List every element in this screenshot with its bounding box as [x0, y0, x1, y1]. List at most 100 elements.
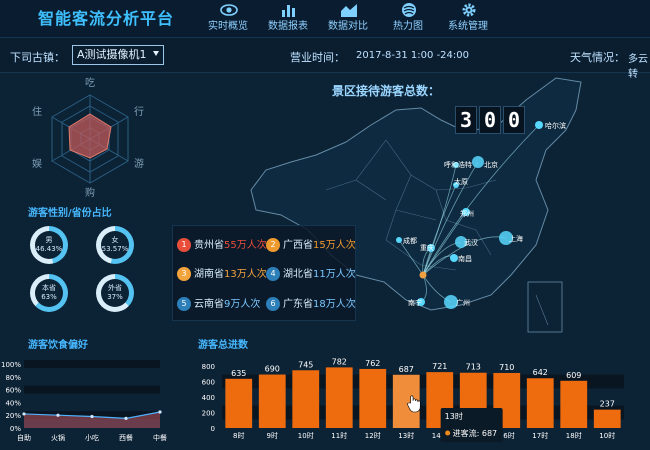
main-nav: 实时概览 数据报表 数据对比 热力图 系统管理 [198, 0, 498, 37]
city-label: 成都 [403, 236, 417, 245]
radar-label: 游 [134, 157, 144, 170]
diet-chart: 0% 20% 40% 60% 80% 100% 自助 火锅 小吃 西餐 中餐 [1, 360, 167, 442]
y-tick-label: 60% [5, 387, 21, 395]
camera-select[interactable]: A测试摄像机1 [72, 45, 164, 65]
radar-label: 住 [32, 105, 42, 118]
x-tick-label: 自助 [17, 433, 31, 442]
city-label: 上海 [509, 234, 523, 243]
bar-value-label: 642 [533, 368, 548, 377]
bar [359, 368, 387, 428]
nav-item-heatmap[interactable]: 热力图 [378, 0, 438, 37]
bar-tooltip: 13时进客流: 687 [440, 408, 503, 442]
city-dot[interactable] [535, 121, 543, 129]
rank-value: 11万人次 [313, 269, 356, 280]
radar-label: 娱 [32, 157, 42, 170]
app-title: 智能客流分析平台 [38, 9, 175, 28]
diet-point [90, 414, 94, 419]
city-dot[interactable] [472, 156, 484, 168]
city-label: 广州 [456, 298, 470, 307]
nav-item-realtime[interactable]: 实时概览 [198, 0, 258, 37]
bar-value-label: 782 [332, 357, 347, 366]
nav-item-reports[interactable]: 数据报表 [258, 0, 318, 37]
x-tick-label: 17时 [532, 431, 548, 440]
rank-province: 云南省 [194, 299, 224, 310]
nav-label: 数据对比 [328, 21, 368, 32]
rank-province: 湖北省 [283, 269, 313, 280]
location-label: 下司古镇： [10, 51, 65, 64]
ring-label: 外省 [108, 284, 122, 292]
traffic-chart: 0 200 400 600 800 635 8时 690 9时 745 10时 782 11时 762 12… [202, 357, 624, 442]
city-label: 重庆 [420, 243, 434, 252]
diet-point [22, 412, 26, 416]
rank-value: 13万人次 [224, 269, 267, 280]
total-digit: 0 [479, 106, 501, 134]
y-tick-label: 0 [211, 425, 215, 433]
south-sea-inset [527, 281, 563, 333]
bar [292, 370, 320, 428]
bar-value-label: 237 [600, 400, 615, 409]
bar [526, 378, 554, 428]
rank-value: 18万人次 [313, 299, 356, 310]
x-tick-label: 11时 [331, 431, 347, 440]
ring-value: 53.57% [101, 245, 129, 253]
rank-province: 湖南省 [194, 269, 224, 280]
bar-value-label: 687 [399, 365, 414, 374]
x-tick-label: 中餐 [153, 433, 167, 442]
city-dot[interactable] [396, 237, 402, 243]
city-label: 北京 [484, 160, 498, 169]
radar-label: 吃 [85, 76, 95, 89]
bar [225, 378, 253, 428]
city-label: 呼和浩特 [444, 160, 472, 169]
x-tick-label: 小吃 [85, 433, 99, 442]
diet-point [158, 410, 162, 414]
y-tick-label: 800 [202, 363, 215, 371]
city-label: 武汉 [464, 238, 478, 247]
diet-point [56, 413, 60, 417]
rank-badge: 4 [266, 267, 280, 281]
area-chart-icon [341, 4, 357, 17]
rank-value: 15万人次 [313, 240, 356, 251]
y-tick-label: 600 [202, 379, 215, 387]
city-label: 南宁 [408, 298, 422, 307]
ring-value: 63% [41, 293, 57, 301]
nav-label: 数据报表 [268, 21, 308, 32]
origin-dot [419, 271, 427, 279]
tooltip-text: 进客流: 687 [453, 428, 498, 438]
x-tick-label: 18时 [566, 431, 582, 440]
bar-value-label: 710 [499, 363, 514, 372]
nav-item-settings[interactable]: 系统管理 [438, 0, 498, 37]
nav-label: 实时概览 [208, 21, 248, 32]
bar-value-label: 609 [566, 371, 581, 380]
y-tick-label: 20% [5, 412, 21, 420]
city-label: 南昌 [458, 254, 472, 263]
ring-local: 本省 63% [30, 274, 68, 312]
y-tick-label: 80% [5, 374, 21, 382]
weather-label: 天气情况： [570, 51, 625, 64]
city-dot[interactable] [450, 254, 458, 262]
x-tick-label: 10时 [298, 431, 314, 440]
ring-female: 女 53.57% [96, 226, 134, 264]
bar [325, 367, 353, 428]
gear-icon [462, 3, 476, 17]
ranking-item: 1 贵州省55万人次 [177, 236, 267, 258]
bar-value-label: 690 [265, 365, 280, 374]
bar-value-label: 713 [466, 363, 481, 372]
y-tick-label: 200 [202, 410, 215, 418]
ring-label: 女 [111, 236, 119, 244]
bar-value-label: 721 [432, 362, 447, 371]
y-tick-label: 40% [5, 399, 21, 407]
total-digit: 0 [503, 106, 525, 134]
info-bar: 下司古镇： A测试摄像机1 营业时间： 2017-8-31 1:00 -24:0… [0, 37, 650, 80]
rank-province: 贵州省 [194, 240, 224, 251]
ranking-item: 4 湖北省11万人次 [266, 265, 356, 287]
city-label: 郑州 [460, 210, 474, 218]
rank-province: 广东省 [283, 299, 313, 310]
city-label: 太原 [454, 177, 468, 186]
eye-icon [220, 4, 238, 16]
x-tick-label: 13时 [398, 431, 414, 440]
ring-value: 46.43% [35, 245, 63, 253]
nav-item-compare[interactable]: 数据对比 [318, 0, 378, 37]
camera-select-value: A测试摄像机1 [77, 48, 147, 61]
ring-label: 本省 [42, 284, 56, 292]
bar-chart-icon [282, 5, 295, 17]
